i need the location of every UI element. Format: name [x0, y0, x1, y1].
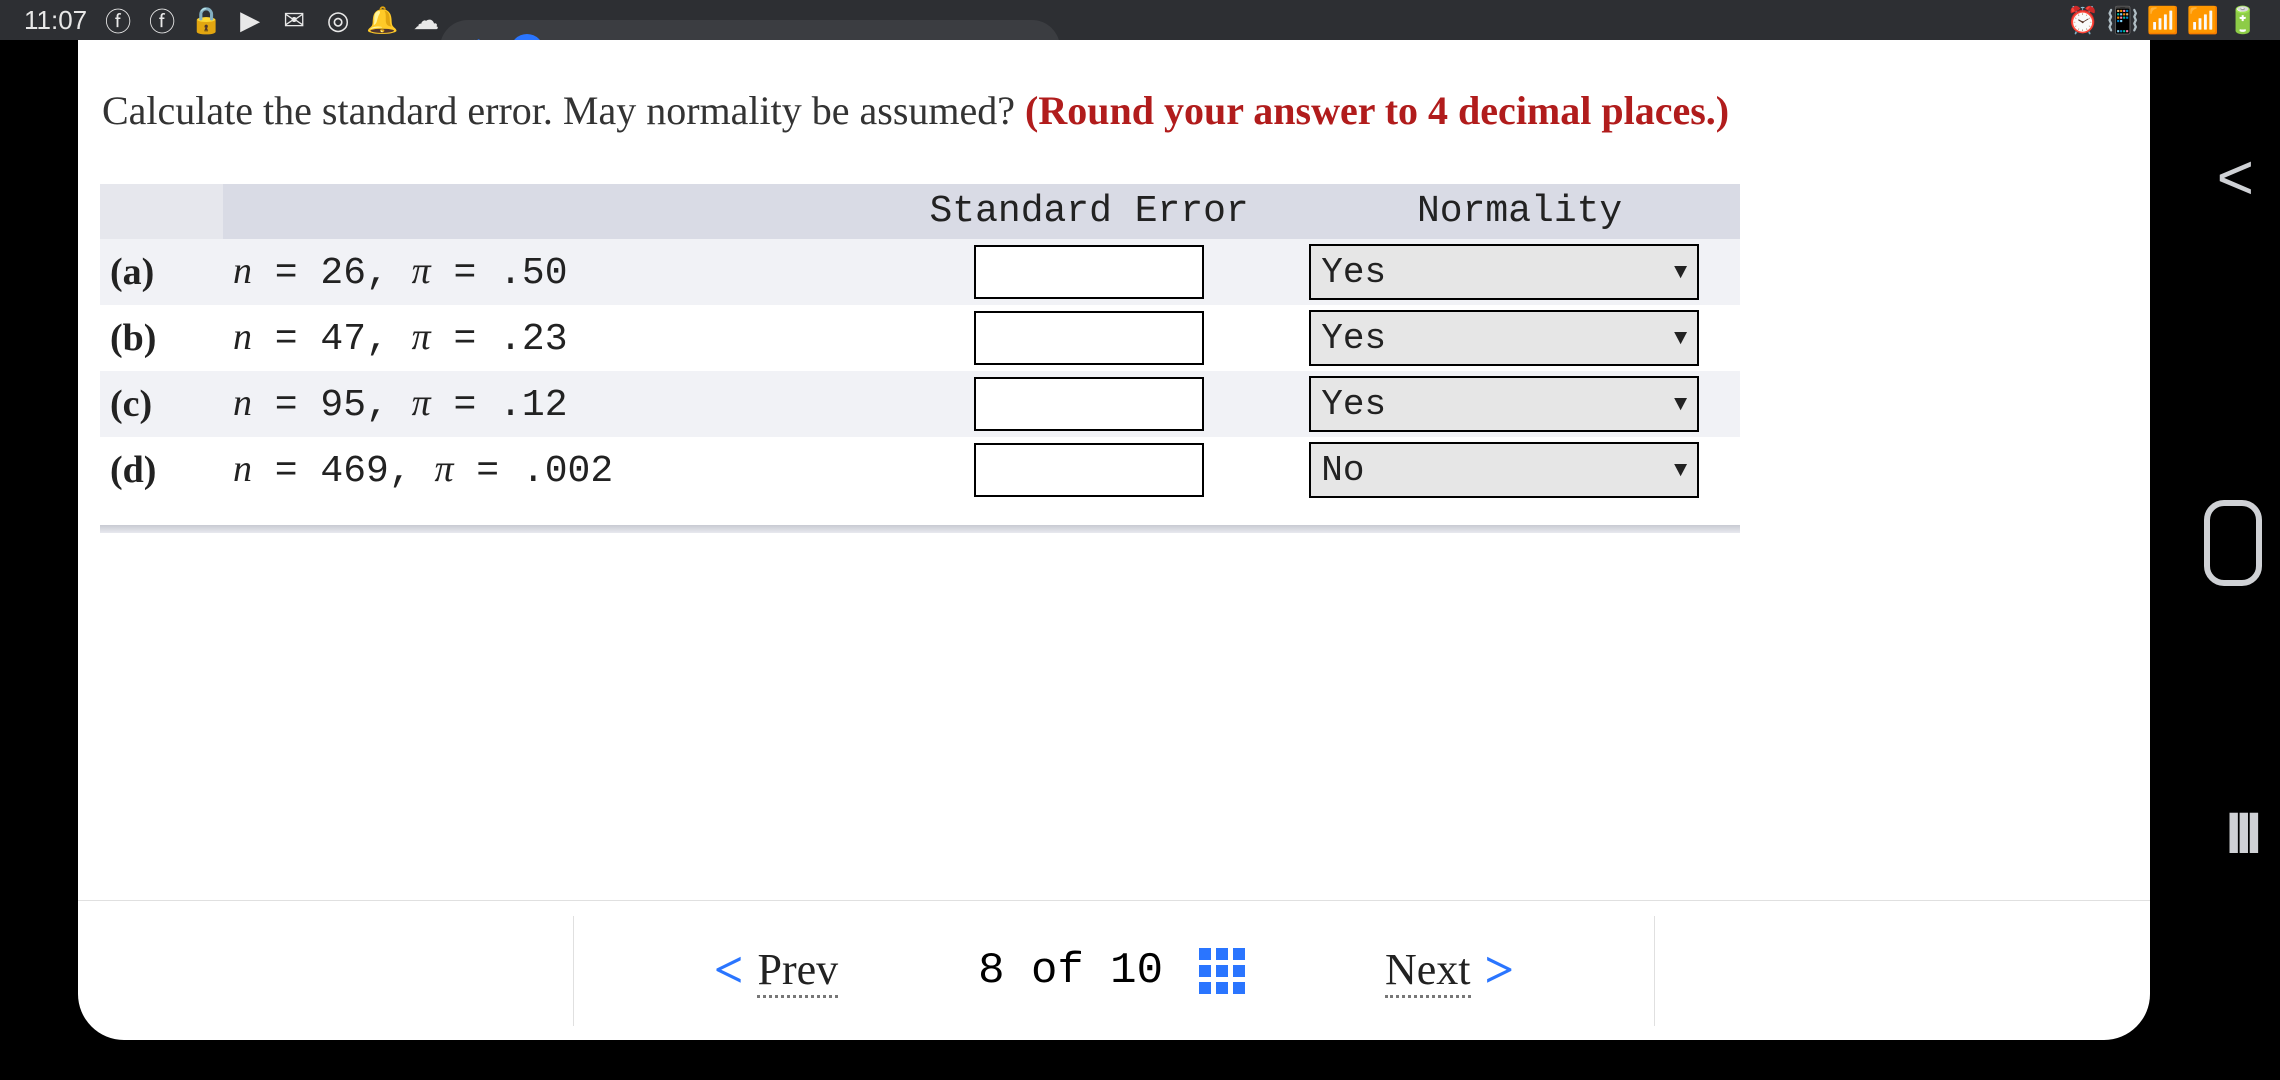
normality-select[interactable]: No▼ [1309, 442, 1699, 498]
header-blank2 [223, 184, 879, 239]
prompt-text: Calculate the standard error. May normal… [102, 88, 1025, 133]
row-params: n = 26, π = .50 [223, 239, 879, 305]
cloud-icon: ☁ [413, 7, 439, 33]
lock-icon: 🔒 [193, 7, 219, 33]
facebook-icon: ⓕ [149, 7, 175, 33]
device-back-button[interactable]: < [2217, 140, 2254, 214]
facebook-icon: ⓕ [105, 7, 131, 33]
prev-button[interactable]: < Prev [714, 941, 838, 1000]
page-count: 8 of 10 [978, 946, 1163, 996]
dropdown-icon: ▼ [1674, 392, 1687, 417]
device-home-button[interactable] [2204, 500, 2262, 586]
header-blank [100, 184, 223, 239]
row-label: (c) [100, 371, 223, 437]
row-label: (a) [100, 239, 223, 305]
table-header-row: Standard Error Normality [100, 184, 1740, 239]
pager-footer: < Prev 8 of 10 Next > [78, 900, 2150, 1040]
wifi-icon: 📶 [2150, 7, 2176, 33]
youtube-icon: ▶ [237, 7, 263, 33]
divider [1654, 916, 1655, 1026]
prompt-hint: (Round your answer to 4 decimal places.) [1025, 88, 1729, 133]
battery-icon: 🔋 [2230, 7, 2256, 33]
grid-icon[interactable] [1199, 948, 1245, 994]
header-normality: Normality [1299, 184, 1740, 239]
standard-error-input[interactable] [974, 311, 1204, 365]
chevron-left-icon: < [714, 941, 744, 1000]
chevron-right-icon: > [1485, 941, 1515, 1000]
standard-error-input[interactable] [974, 377, 1204, 431]
question-prompt: Calculate the standard error. May normal… [78, 40, 2150, 150]
android-status-bar: 11:07 ⓕ ⓕ 🔒 ▶ ✉ ◎ 🔔 ☁ ⏰ 📳 📶 📶 🔋 [0, 0, 2280, 40]
mail-icon: ✉ [281, 7, 307, 33]
dropdown-icon: ▼ [1674, 458, 1687, 483]
content-card: Calculate the standard error. May normal… [78, 40, 2150, 1040]
table-row: (c) n = 95, π = .12 Yes▼ [100, 371, 1740, 437]
table-row: (b) n = 47, π = .23 Yes▼ [100, 305, 1740, 371]
row-params: n = 47, π = .23 [223, 305, 879, 371]
vibrate-icon: 📳 [2110, 7, 2136, 33]
row-params: n = 469, π = .002 [223, 437, 879, 503]
dropdown-icon: ▼ [1674, 260, 1687, 285]
header-standard-error: Standard Error [879, 184, 1299, 239]
bell-icon: 🔔 [369, 7, 395, 33]
row-label: (d) [100, 437, 223, 503]
standard-error-input[interactable] [974, 245, 1204, 299]
signal-icon: 📶 [2190, 7, 2216, 33]
standard-error-input[interactable] [974, 443, 1204, 497]
next-button[interactable]: Next > [1385, 941, 1514, 1000]
divider [573, 916, 574, 1026]
dropdown-icon: ▼ [1674, 326, 1687, 351]
answer-table: Standard Error Normality (a) n = 26, π =… [100, 184, 1740, 503]
alarm-icon: ⏰ [2070, 7, 2096, 33]
instagram-icon: ◎ [325, 7, 351, 33]
row-label: (b) [100, 305, 223, 371]
normality-select[interactable]: Yes▼ [1309, 244, 1699, 300]
status-clock: 11:07 [24, 5, 87, 36]
normality-select[interactable]: Yes▼ [1309, 310, 1699, 366]
table-bottom-rule [100, 525, 1740, 533]
table-row: (d) n = 469, π = .002 No▼ [100, 437, 1740, 503]
table-row: (a) n = 26, π = .50 Yes▼ [100, 239, 1740, 305]
normality-select[interactable]: Yes▼ [1309, 376, 1699, 432]
device-recent-button[interactable]: III [2226, 800, 2256, 867]
row-params: n = 95, π = .12 [223, 371, 879, 437]
page-indicator: 8 of 10 [978, 946, 1245, 996]
